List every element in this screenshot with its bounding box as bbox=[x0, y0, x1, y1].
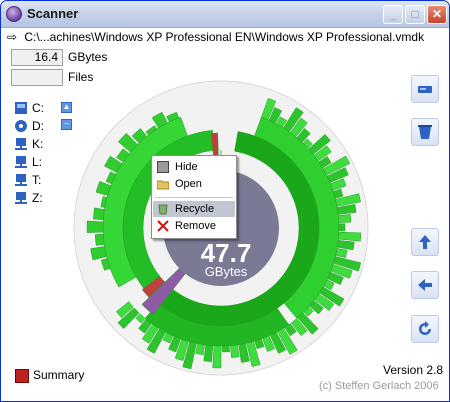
drive-item-k[interactable]: K: bbox=[15, 137, 55, 155]
client-area: ⇨ C:\...achines\Windows XP Professional … bbox=[1, 28, 449, 401]
files-value bbox=[11, 69, 63, 86]
cd-drive-icon bbox=[15, 120, 27, 132]
window-title: Scanner bbox=[27, 6, 79, 21]
remove-icon bbox=[157, 220, 169, 232]
refresh-icon bbox=[419, 321, 431, 335]
ring-4-segment[interactable] bbox=[221, 345, 230, 353]
version-text: Version 2.8 bbox=[383, 363, 444, 377]
maximize-button[interactable]: □ bbox=[405, 5, 425, 24]
menu-item-recycle[interactable]: Recycle bbox=[153, 201, 235, 217]
drive-item-c[interactable]: C: bbox=[15, 101, 55, 119]
menu-item-remove[interactable]: Remove bbox=[153, 218, 235, 234]
path-row: ⇨ C:\...achines\Windows XP Professional … bbox=[7, 30, 424, 44]
up-button[interactable] bbox=[411, 228, 439, 256]
network-drive-icon bbox=[15, 192, 27, 204]
drive-button[interactable] bbox=[411, 75, 439, 103]
ring-4-segment[interactable] bbox=[93, 207, 105, 221]
ring-4-segment[interactable] bbox=[338, 214, 352, 223]
recycle-icon bbox=[158, 204, 168, 215]
back-button[interactable] bbox=[411, 271, 439, 299]
minimize-button[interactable]: _ bbox=[383, 5, 403, 24]
network-drive-icon bbox=[15, 138, 27, 150]
app-icon bbox=[6, 6, 22, 22]
refresh-button[interactable] bbox=[411, 315, 439, 343]
copyright-text: (c) Steffen Gerlach 2006 bbox=[319, 380, 439, 392]
close-button[interactable]: ✕ bbox=[427, 5, 447, 24]
size-value: 16.4 bbox=[11, 49, 63, 66]
ring-4-segment[interactable] bbox=[86, 220, 104, 233]
drive-icon bbox=[418, 86, 432, 93]
up-arrow-icon bbox=[419, 235, 431, 249]
ring-4-segment[interactable] bbox=[94, 233, 105, 246]
back-arrow-icon bbox=[418, 279, 432, 291]
recycle-bin-icon bbox=[418, 125, 432, 139]
drive-list: C: D: K: L: T: Z: bbox=[15, 101, 55, 209]
title-bar[interactable]: Scanner _ □ ✕ bbox=[1, 1, 449, 28]
menu-item-hide[interactable]: Hide bbox=[153, 159, 235, 175]
drive-item-z[interactable]: Z: bbox=[15, 191, 55, 209]
drive-item-l[interactable]: L: bbox=[15, 155, 55, 173]
context-menu: Hide Open Recycle Remove bbox=[151, 155, 237, 239]
menu-item-open[interactable]: Open bbox=[153, 176, 235, 192]
recycle-bin-button[interactable] bbox=[411, 118, 439, 146]
folder-icon bbox=[157, 180, 169, 190]
menu-separator bbox=[155, 197, 233, 198]
summary-label: Summary bbox=[33, 368, 85, 382]
network-drive-icon bbox=[15, 174, 27, 186]
network-drive-icon bbox=[15, 156, 27, 168]
ring-4-segment[interactable] bbox=[212, 345, 222, 369]
drive-item-t[interactable]: T: bbox=[15, 173, 55, 191]
center-size-unit: GBytes bbox=[204, 264, 248, 279]
scanner-window: Scanner _ □ ✕ ⇨ C:\...achines\Windows XP… bbox=[0, 0, 450, 402]
hide-icon bbox=[157, 161, 169, 173]
ring-4-segment[interactable] bbox=[338, 223, 346, 232]
summary-icon bbox=[15, 369, 29, 383]
path-arrow-icon: ⇨ bbox=[7, 30, 18, 44]
path-text: C:\...achines\Windows XP Professional EN… bbox=[24, 30, 425, 44]
ring-4-segment[interactable] bbox=[230, 344, 240, 358]
drive-item-d[interactable]: D: bbox=[15, 119, 55, 137]
size-unit: GBytes bbox=[68, 50, 108, 64]
hard-drive-icon bbox=[15, 102, 27, 114]
